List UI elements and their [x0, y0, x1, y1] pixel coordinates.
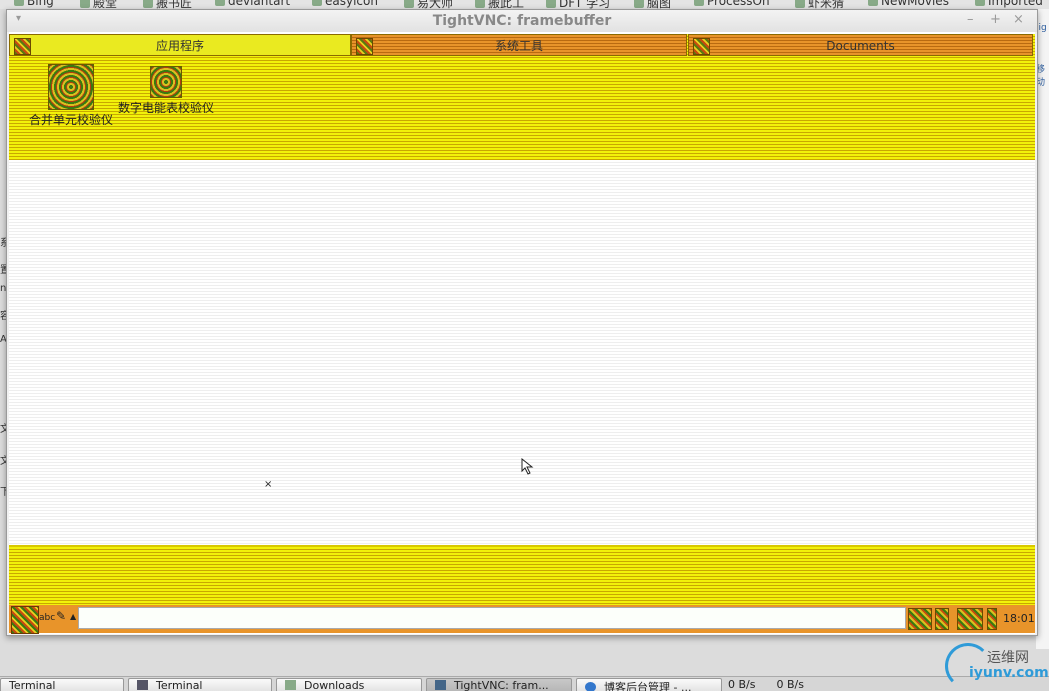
taskbar-item-blog-admin[interactable]: 博客后台管理 - ...	[576, 678, 722, 691]
bookmark-5[interactable]: easyicon	[312, 0, 378, 8]
vnc-window: ▾ TightVNC: framebuffer – + × 应用程序 系统工具 …	[6, 9, 1038, 636]
window-title: TightVNC: framebuffer	[432, 13, 612, 29]
bookmark-icon	[14, 0, 24, 6]
maximize-icon[interactable]: +	[990, 12, 1001, 27]
app-folder-icon	[14, 38, 31, 55]
documents-folder-icon	[693, 38, 710, 55]
tab-label: 应用程序	[155, 39, 204, 53]
bookmark-icon	[312, 0, 322, 6]
tab-applications[interactable]: 应用程序	[9, 34, 351, 56]
folder-icon	[285, 680, 296, 690]
x-cursor-icon: ×	[264, 479, 273, 490]
window-titlebar[interactable]: ▾ TightVNC: framebuffer – + ×	[7, 10, 1037, 32]
input-method-label[interactable]: abc	[39, 613, 55, 623]
remote-workspace[interactable]: ×	[9, 160, 1035, 545]
bookmark-9[interactable]: 脑图	[634, 0, 671, 9]
bookmark-13[interactable]: Imported	[975, 0, 1043, 8]
tray-app-icon[interactable]	[908, 608, 932, 630]
network-icon[interactable]	[957, 608, 983, 630]
start-menu-icon[interactable]	[11, 606, 39, 634]
bookmark-icon	[404, 0, 414, 8]
net-up: 0 B/s	[776, 678, 804, 691]
taskbar-item-tightvnc[interactable]: TightVNC: fram...	[426, 678, 572, 691]
bookmark-icon	[546, 0, 556, 8]
bookmark-3[interactable]: 搬书匠	[143, 0, 192, 9]
arrow-up-icon[interactable]: ▲	[70, 612, 76, 621]
bookmark-icon	[975, 0, 985, 6]
bookmark-icon	[868, 0, 878, 6]
taskbar-item-terminal-1[interactable]: Terminal	[0, 678, 124, 691]
app-label: 数字电能表校验仪	[117, 101, 214, 115]
taskbar-item-label: TightVNC: fram...	[454, 679, 549, 691]
bookmark-4[interactable]: deviantart	[215, 0, 290, 8]
terminal-icon	[137, 680, 148, 690]
battery-icon[interactable]	[935, 608, 949, 630]
host-bookmarks-bar: Bing 殿堂 搬书匠 deviantart easyicon 易大师 搬此工 …	[0, 0, 1049, 9]
bookmark-icon	[475, 0, 485, 8]
bookmark-icon	[634, 0, 644, 8]
app-icon-area: 合并单元校验仪 数字电能表校验仪	[9, 58, 1035, 160]
minimize-icon[interactable]: –	[967, 12, 974, 27]
pencil-icon[interactable]: ✎	[56, 609, 66, 623]
watermark-url: iyunv.com	[969, 665, 1049, 681]
tab-label: Documents	[826, 39, 895, 53]
tab-documents[interactable]: Documents	[688, 34, 1033, 56]
remote-tab-bar: 应用程序 系统工具 Documents	[9, 34, 1035, 58]
bookmark-6[interactable]: 易大师	[404, 0, 453, 9]
app-label: 合并单元校验仪	[28, 113, 113, 127]
remote-framebuffer[interactable]: 应用程序 系统工具 Documents 合并单元校验仪 数字电能表校验仪 × a…	[9, 32, 1035, 634]
close-icon[interactable]: ×	[1013, 12, 1024, 27]
bookmark-icon	[143, 0, 153, 8]
taskbar-item-label: Downloads	[304, 679, 365, 691]
command-input[interactable]	[78, 607, 906, 629]
app-energy-meter-calibrator[interactable]: 数字电能表校验仪	[114, 64, 218, 115]
volume-level-icon[interactable]	[987, 608, 997, 630]
bookmark-12[interactable]: NewMovies	[868, 0, 949, 8]
bookmark-10[interactable]: ProcessOn	[694, 0, 770, 8]
tab-label: 系统工具	[494, 39, 543, 53]
bookmark-icon	[215, 0, 225, 6]
tools-folder-icon	[356, 38, 373, 55]
bookmark-8[interactable]: DFT 学习	[546, 0, 610, 9]
taskbar-item-terminal-2[interactable]: Terminal	[128, 678, 272, 691]
clock: 18:01	[1003, 612, 1035, 625]
energy-meter-app-icon	[150, 66, 182, 98]
mouse-pointer-icon	[521, 458, 534, 475]
bookmark-11[interactable]: 虾米猜	[795, 0, 844, 9]
bookmark-2[interactable]: 殿堂	[80, 0, 117, 9]
remote-taskbar: abc ✎ ▲ 18:01	[9, 605, 1035, 634]
watermark-logo: 运维网 iyunv.com	[945, 641, 1049, 690]
bookmark-icon	[694, 0, 704, 6]
app-merging-unit-calibrator[interactable]: 合并单元校验仪	[19, 64, 123, 127]
bookmark-7[interactable]: 搬此工	[475, 0, 524, 9]
remote-panel-band	[9, 545, 1035, 607]
bookmark-icon	[795, 0, 805, 8]
bookmark-bing[interactable]: Bing	[14, 0, 54, 8]
network-speed: 0 B/s 0 B/s	[728, 678, 804, 691]
tab-system-tools[interactable]: 系统工具	[351, 34, 687, 56]
host-taskbar: Terminal Terminal Downloads TightVNC: fr…	[0, 676, 1049, 691]
vnc-window-icon	[435, 680, 446, 690]
taskbar-item-label: Terminal	[9, 679, 56, 691]
taskbar-item-downloads[interactable]: Downloads	[276, 678, 422, 691]
calibrator-app-icon	[48, 64, 94, 110]
taskbar-item-label: Terminal	[156, 679, 203, 691]
watermark-text: 运维网	[987, 650, 1029, 666]
bookmark-icon	[80, 0, 90, 8]
net-down: 0 B/s	[728, 678, 756, 691]
